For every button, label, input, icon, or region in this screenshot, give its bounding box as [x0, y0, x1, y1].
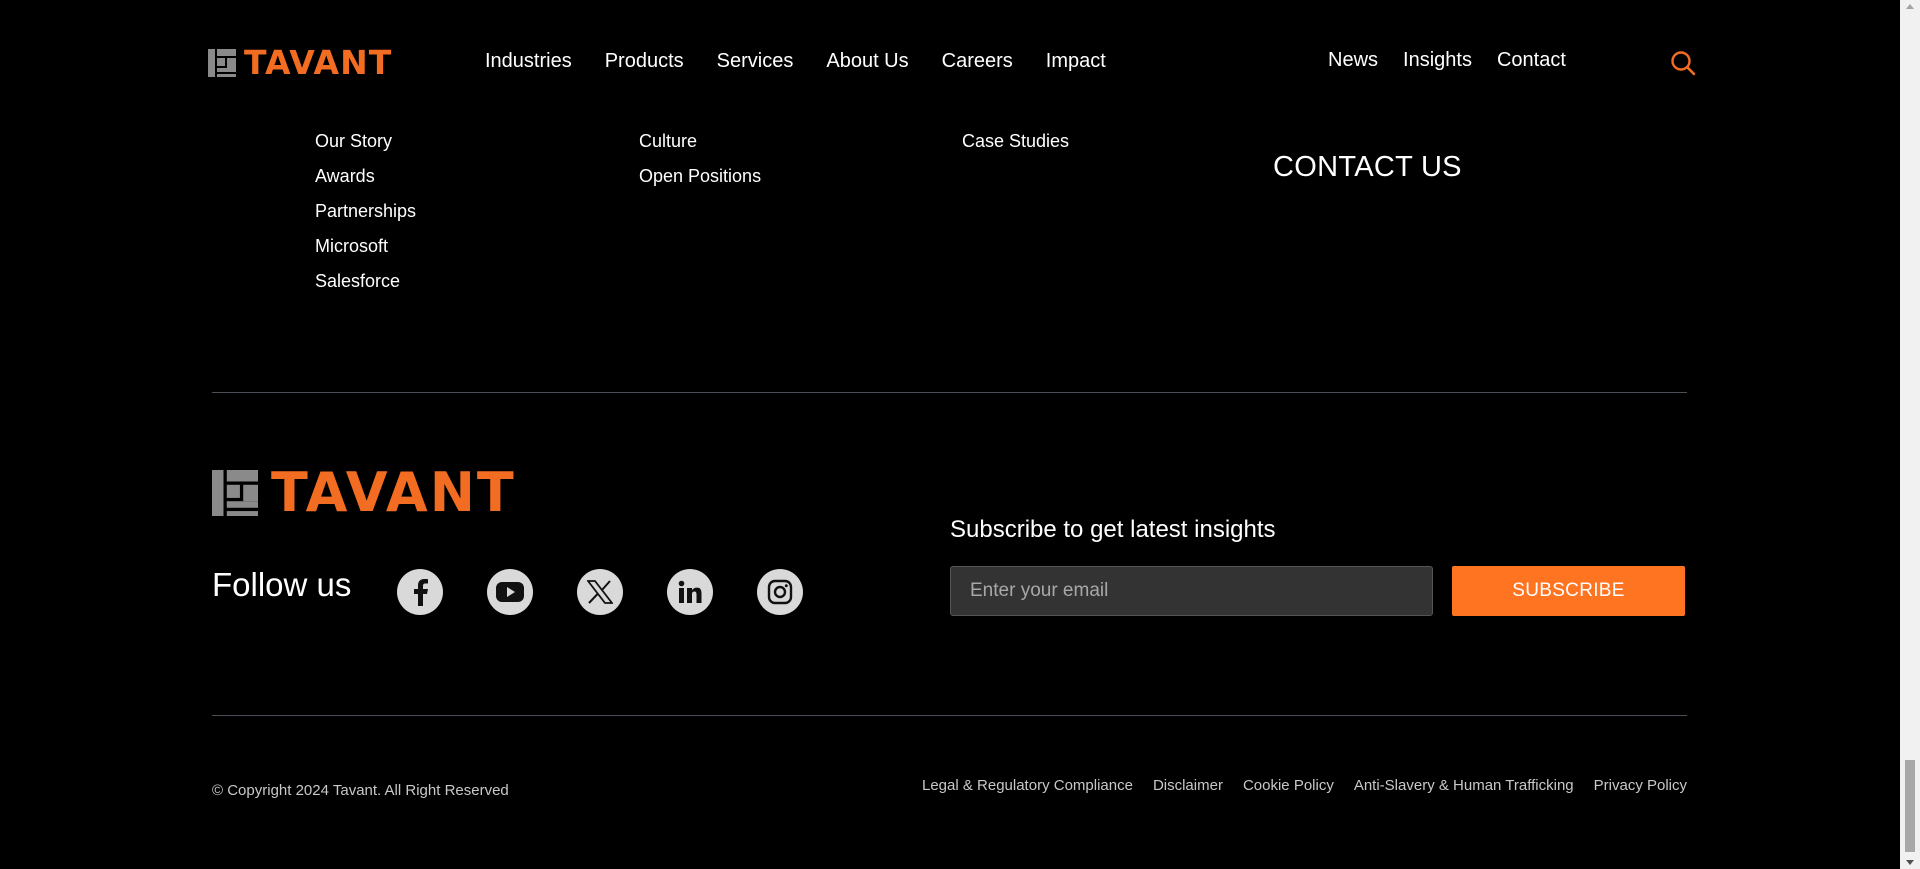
- divider: [212, 392, 1687, 393]
- tavant-logo-mark-icon: [212, 470, 258, 516]
- social-links: [397, 569, 847, 615]
- page-scrollbar[interactable]: [1900, 0, 1920, 869]
- impact-links-column: Case Studies: [962, 130, 1069, 165]
- subscribe-button[interactable]: SUBSCRIBE: [1452, 566, 1685, 616]
- nav-about-us[interactable]: About Us: [826, 50, 908, 73]
- nav-products[interactable]: Products: [605, 50, 684, 73]
- facebook-icon[interactable]: [397, 569, 443, 615]
- link-privacy-policy[interactable]: Privacy Policy: [1594, 777, 1687, 794]
- link-salesforce[interactable]: Salesforce: [315, 270, 416, 305]
- page: TAVANT Industries Products Services Abou…: [0, 0, 1900, 869]
- logo-wordmark: TAVANT: [271, 461, 516, 524]
- about-links-column: Our Story Awards Partnerships Microsoft …: [315, 130, 416, 305]
- nav-careers[interactable]: Careers: [942, 50, 1013, 73]
- nav-industries[interactable]: Industries: [485, 50, 572, 73]
- nav-contact[interactable]: Contact: [1497, 49, 1566, 72]
- main-nav: Industries Products Services About Us Ca…: [485, 50, 1139, 73]
- follow-us-label: Follow us: [212, 566, 352, 603]
- tavant-logo-mark-icon: [208, 49, 236, 77]
- logo-wordmark: TAVANT: [244, 43, 393, 82]
- subscribe-title: Subscribe to get latest insights: [950, 516, 1276, 543]
- utility-nav: News Insights Contact: [1328, 49, 1591, 72]
- nav-news[interactable]: News: [1328, 49, 1378, 72]
- link-our-story[interactable]: Our Story: [315, 130, 416, 165]
- scrollbar-thumb[interactable]: [1905, 760, 1915, 852]
- link-cookie-policy[interactable]: Cookie Policy: [1243, 777, 1334, 794]
- legal-links: Legal & Regulatory Compliance Disclaimer…: [902, 777, 1687, 794]
- nav-insights[interactable]: Insights: [1403, 49, 1472, 72]
- instagram-icon[interactable]: [757, 569, 803, 615]
- youtube-icon[interactable]: [487, 569, 533, 615]
- scroll-up-arrow-icon[interactable]: [1906, 4, 1914, 9]
- link-open-positions[interactable]: Open Positions: [639, 165, 761, 200]
- header-logo[interactable]: TAVANT: [208, 46, 392, 80]
- link-disclaimer[interactable]: Disclaimer: [1153, 777, 1223, 794]
- link-awards[interactable]: Awards: [315, 165, 416, 200]
- nav-services[interactable]: Services: [717, 50, 794, 73]
- careers-links-column: Culture Open Positions: [639, 130, 761, 200]
- link-partnerships[interactable]: Partnerships: [315, 200, 416, 235]
- divider: [212, 715, 1687, 716]
- linkedin-icon[interactable]: [667, 569, 713, 615]
- copyright-text: © Copyright 2024 Tavant. All Right Reser…: [212, 782, 509, 799]
- contact-us-link[interactable]: CONTACT US: [1273, 151, 1462, 184]
- search-icon[interactable]: [1670, 50, 1696, 76]
- email-input[interactable]: [950, 566, 1433, 616]
- footer-logo[interactable]: TAVANT: [212, 465, 516, 521]
- link-anti-slavery[interactable]: Anti-Slavery & Human Trafficking: [1354, 777, 1574, 794]
- link-case-studies[interactable]: Case Studies: [962, 130, 1069, 165]
- link-microsoft[interactable]: Microsoft: [315, 235, 416, 270]
- scroll-down-arrow-icon[interactable]: [1906, 860, 1914, 865]
- site-header: TAVANT Industries Products Services Abou…: [0, 0, 1900, 110]
- nav-impact[interactable]: Impact: [1046, 50, 1106, 73]
- link-legal-compliance[interactable]: Legal & Regulatory Compliance: [922, 777, 1133, 794]
- x-twitter-icon[interactable]: [577, 569, 623, 615]
- link-culture[interactable]: Culture: [639, 130, 761, 165]
